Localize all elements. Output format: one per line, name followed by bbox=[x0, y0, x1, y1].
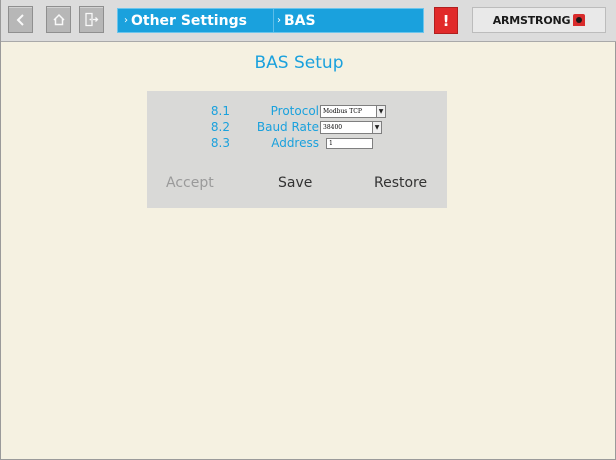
setting-number: 8.3 bbox=[210, 136, 230, 150]
bas-setup-panel: 8.1 Protocol Modbus TCP ▼ 8.2 Baud Rate … bbox=[147, 91, 447, 208]
breadcrumb-label: BAS bbox=[284, 12, 316, 29]
page-title: BAS Setup bbox=[254, 53, 344, 73]
chevron-right-icon: › bbox=[124, 15, 128, 26]
breadcrumb-divider bbox=[273, 9, 274, 32]
breadcrumb-other-settings[interactable]: › Other Settings bbox=[124, 9, 247, 32]
logo-mark-icon bbox=[573, 14, 586, 26]
exit-icon bbox=[85, 12, 99, 27]
setting-number: 8.2 bbox=[210, 120, 230, 134]
chevron-left-icon bbox=[16, 13, 24, 26]
address-input[interactable]: 1 bbox=[326, 138, 373, 149]
restore-button[interactable]: Restore bbox=[374, 175, 427, 191]
setting-number: 8.1 bbox=[210, 104, 230, 118]
breadcrumb-bas[interactable]: › BAS bbox=[277, 9, 316, 32]
breadcrumb-label: Other Settings bbox=[131, 12, 247, 29]
accept-button[interactable]: Accept bbox=[166, 175, 214, 191]
alarm-button[interactable]: ! bbox=[434, 7, 458, 34]
select-value: Modbus TCP bbox=[323, 108, 362, 115]
back-button[interactable] bbox=[8, 6, 33, 33]
logo-text: ARMSTRONG bbox=[492, 13, 571, 27]
select-value: 38400 bbox=[323, 124, 343, 131]
save-button[interactable]: Save bbox=[278, 175, 312, 191]
setting-label: Baud Rate bbox=[256, 120, 319, 134]
chevron-down-icon[interactable]: ▼ bbox=[376, 106, 385, 117]
action-bar: Accept Save Restore bbox=[147, 175, 447, 195]
baud-rate-select[interactable]: 38400 ▼ bbox=[320, 121, 382, 134]
top-toolbar: › Other Settings › BAS ! ARMSTRONG bbox=[1, 0, 616, 42]
exit-button[interactable] bbox=[79, 6, 104, 33]
alarm-icon: ! bbox=[442, 11, 450, 30]
brand-logo: ARMSTRONG bbox=[472, 7, 606, 33]
setting-label: Address bbox=[271, 136, 319, 150]
home-icon bbox=[52, 13, 65, 26]
home-button[interactable] bbox=[46, 6, 71, 33]
setting-label: Protocol bbox=[270, 104, 319, 118]
protocol-select[interactable]: Modbus TCP ▼ bbox=[320, 105, 386, 118]
chevron-right-icon: › bbox=[277, 15, 281, 26]
breadcrumb: › Other Settings › BAS bbox=[117, 8, 424, 33]
chevron-down-icon[interactable]: ▼ bbox=[372, 122, 381, 133]
